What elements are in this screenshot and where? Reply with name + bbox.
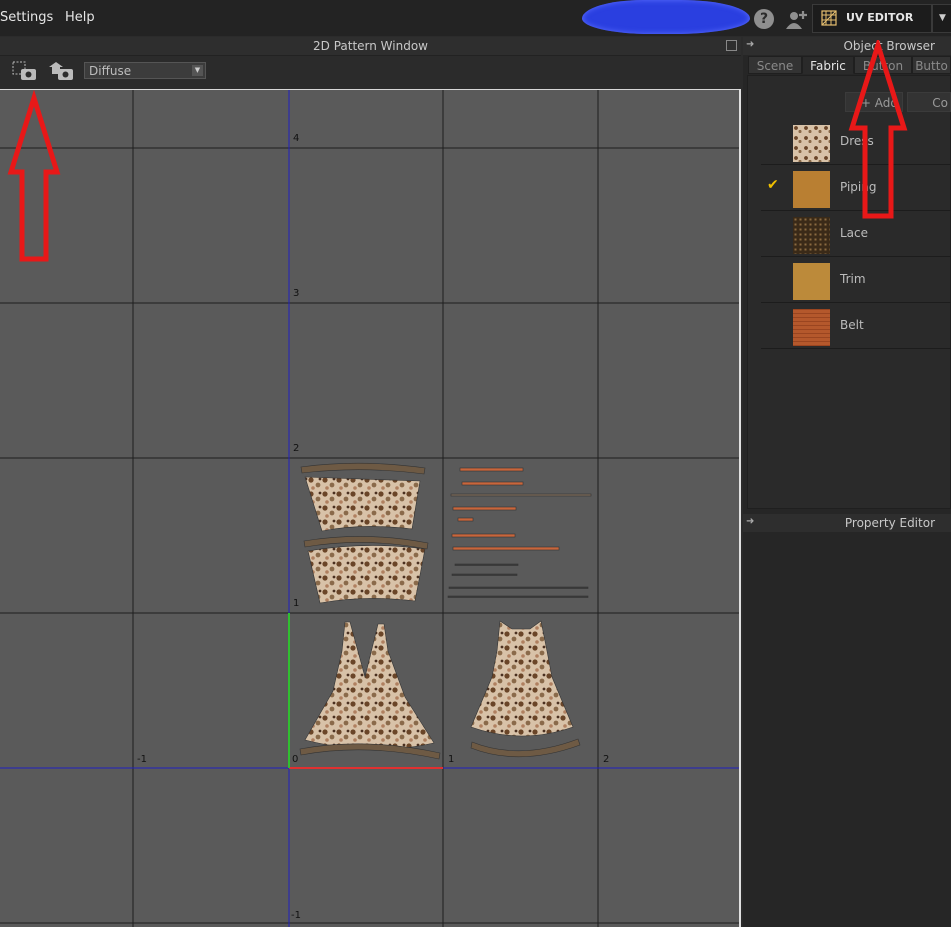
axis-label-origin: 0 — [292, 754, 299, 765]
fabric-name: Belt — [840, 318, 864, 332]
axis-label-y3: 3 — [293, 288, 300, 299]
menu-help[interactable]: Help — [65, 10, 95, 25]
tab-buttonhole[interactable]: Butto — [912, 56, 951, 74]
axis-label-ym1: -1 — [291, 910, 301, 921]
fabric-swatch — [793, 309, 830, 346]
uv-editor-label: UV EDITOR — [846, 11, 914, 24]
menu-settings[interactable]: Settings — [0, 10, 53, 25]
tab-scene[interactable]: Scene — [748, 56, 802, 74]
question-icon[interactable]: ? — [754, 9, 774, 29]
collapse-arrow-icon[interactable]: ➜ — [746, 516, 754, 527]
avatar-add-icon[interactable] — [785, 9, 809, 31]
copy-fabric-button[interactable]: Co — [907, 92, 951, 112]
fabric-item-belt[interactable]: Belt — [761, 303, 951, 349]
property-editor-title: Property Editor — [844, 516, 935, 530]
redaction-scribble — [582, 0, 750, 34]
axis-label-x1: 1 — [448, 754, 455, 765]
axis-label-xm1: -1 — [137, 754, 147, 765]
camera-icon[interactable] — [47, 61, 75, 81]
pattern-canvas[interactable]: 4 3 2 1 0 -1 -1 1 2 — [0, 89, 741, 927]
property-editor-header: Property Editor — [743, 514, 951, 532]
collapse-arrow-icon[interactable]: ➜ — [746, 39, 754, 50]
map-select-value: Diffuse — [89, 64, 132, 78]
mode-dropdown-arrow[interactable]: ▼ — [932, 4, 951, 33]
fabric-swatch — [793, 125, 830, 162]
fabric-item-trim[interactable]: Trim — [761, 257, 951, 303]
annotation-arrow-up — [848, 40, 908, 219]
axis-label-y1: 1 — [293, 598, 300, 609]
axis-label-y4: 4 — [293, 133, 300, 144]
fabric-swatch — [793, 217, 830, 254]
uv-snapshot-icon[interactable] — [12, 61, 38, 81]
map-select-dropdown[interactable]: Diffuse ▼ — [84, 62, 206, 79]
fabric-swatch — [793, 171, 830, 208]
fabric-swatch — [793, 263, 830, 300]
canvas-border — [739, 89, 741, 927]
axis-label-y2: 2 — [293, 443, 300, 454]
fabric-name: Lace — [840, 226, 869, 240]
popout-icon[interactable] — [726, 40, 737, 51]
chevron-down-icon: ▼ — [192, 65, 203, 76]
uv-grid-icon — [821, 10, 837, 26]
axis-label-x2: 2 — [603, 754, 610, 765]
uv-grid — [0, 90, 740, 927]
fabric-name: Trim — [840, 272, 866, 286]
pattern-window-title: 2D Pattern Window — [0, 37, 741, 56]
check-icon: ✔ — [767, 177, 779, 193]
